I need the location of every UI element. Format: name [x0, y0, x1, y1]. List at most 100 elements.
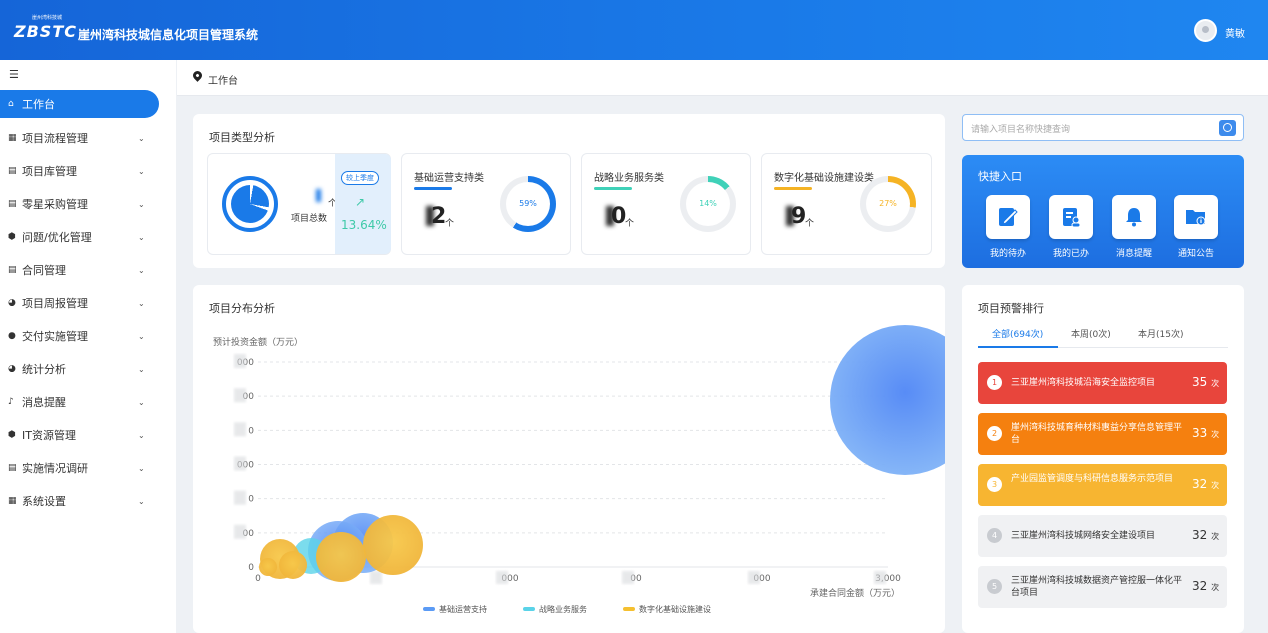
avatar[interactable]	[1194, 19, 1217, 42]
quick-notices-label: 通知公告	[1177, 249, 1214, 259]
obscured-tick	[234, 456, 246, 471]
user-doc-icon	[1049, 195, 1093, 239]
type-card-name: 数字化基础设施建设类	[774, 173, 874, 184]
sidebar-item[interactable]: ♪ 消息提醒 ⌄	[0, 388, 176, 416]
chevron-down-icon: ⌄	[138, 232, 145, 242]
type-card-unit: 个	[625, 219, 635, 229]
sidebar-item-label: 合同管理	[22, 264, 66, 277]
database-icon: ▤	[8, 166, 17, 176]
type-card-unit: 个	[805, 219, 815, 229]
quick-todo[interactable]: 我的待办	[986, 195, 1032, 259]
sidebar-item[interactable]: ◕ 统计分析 ⌄	[0, 355, 176, 383]
type-card-accent	[414, 187, 452, 190]
obscured-tick	[748, 571, 760, 584]
type-card[interactable]: 战略业务服务类 0 个 14%	[581, 153, 751, 255]
sidebar-item-label: IT资源管理	[22, 429, 76, 442]
quick-done-label: 我的已办	[1052, 249, 1089, 259]
rank-number: 3	[987, 477, 1002, 492]
menu-collapse-icon[interactable]: ☰	[9, 68, 19, 81]
type-card-accent	[774, 187, 812, 190]
tab-month[interactable]: 本月(15次)	[1138, 327, 1183, 340]
document-icon: ▤	[8, 463, 17, 473]
sidebar-item[interactable]: ⬢ IT资源管理 ⌄	[0, 421, 176, 449]
obscured-tick	[370, 571, 382, 584]
total-label: 项目总数	[291, 214, 328, 224]
breadcrumb: 工作台	[177, 60, 1268, 96]
quick-messages[interactable]: 消息提醒	[1112, 195, 1158, 259]
project-search-input[interactable]: 请输入项目名称快捷查询	[962, 114, 1244, 141]
sidebar-item[interactable]: ▤ 零星采购管理 ⌄	[0, 190, 176, 218]
compare-value: 13.64%	[341, 218, 387, 232]
obscured-tick	[496, 571, 508, 584]
ranking-item[interactable]: 5 三亚崖州湾科技城数据资产管控服一体化平台项目 32 次	[978, 566, 1227, 608]
percent-ring: 27%	[860, 176, 916, 232]
bell-icon	[1112, 195, 1156, 239]
username[interactable]: 黄敏	[1225, 25, 1245, 40]
chevron-down-icon: ⌄	[138, 265, 145, 275]
ranking-item-name: 三亚崖州湾科技城沿海安全监控项目	[1011, 378, 1156, 388]
chevron-down-icon: ⌄	[138, 133, 145, 143]
type-card[interactable]: 数字化基础设施建设类 9 个 27%	[761, 153, 932, 255]
search-icon[interactable]	[1219, 120, 1236, 136]
grid-icon: ▦	[8, 133, 17, 143]
sidebar-item-label: 消息提醒	[22, 396, 66, 409]
sidebar-item[interactable]: ▤ 合同管理 ⌄	[0, 256, 176, 284]
rank-number: 5	[987, 579, 1002, 594]
tab-all[interactable]: 全部(694次)	[992, 327, 1043, 340]
bubble-point	[830, 325, 945, 475]
quick-entry-title: 快捷入口	[978, 170, 1022, 183]
chevron-down-icon: ⌄	[138, 298, 145, 308]
y-tick-label: 0	[248, 495, 254, 505]
ranking-tabs: 全部(694次) 本周(0次) 本月(15次)	[978, 323, 1228, 348]
obscured-tick	[234, 388, 246, 403]
ranking-item-count: 32 次	[1192, 528, 1220, 542]
obscured-tick	[622, 571, 634, 584]
type-card-name: 战略业务服务类	[594, 173, 664, 184]
sidebar-item[interactable]: ⬢ 问题/优化管理 ⌄	[0, 223, 176, 251]
type-card-unit: 个	[445, 219, 455, 229]
search-placeholder: 请输入项目名称快捷查询	[971, 125, 1071, 135]
cart-icon: ▤	[8, 199, 17, 209]
ranking-item[interactable]: 3 产业园监管调度与科研信息服务示范项目 32 次	[978, 464, 1227, 506]
sidebar-item-label: 问题/优化管理	[22, 231, 92, 244]
sidebar-item-label: 项目库管理	[22, 165, 77, 178]
sidebar-item[interactable]: ▦ 系统设置 ⌄	[0, 487, 176, 515]
sidebar-item-label: 项目流程管理	[22, 132, 88, 145]
sidebar-item[interactable]: ◕ 项目周报管理 ⌄	[0, 289, 176, 317]
rank-number: 4	[987, 528, 1002, 543]
total-projects-card[interactable]: 个 项目总数 较上季度 ↗ 13.64%	[207, 153, 391, 255]
x-axis-label: 承建合同金额（万元）	[810, 587, 900, 599]
type-card-accent	[594, 187, 632, 190]
breadcrumb-current[interactable]: 工作台	[208, 72, 238, 87]
sidebar-item[interactable]: ▤ 项目库管理 ⌄	[0, 157, 176, 185]
type-card-name: 基础运营支持类	[414, 173, 484, 184]
sidebar-item[interactable]: ⌂ 工作台	[0, 90, 159, 118]
sidebar-item-label: 实施情况调研	[22, 462, 88, 475]
sidebar-item[interactable]: ● 交付实施管理 ⌄	[0, 322, 176, 350]
percent-label: 59%	[519, 199, 537, 208]
legend-swatch	[423, 607, 435, 611]
grid-icon: ▦	[8, 496, 17, 506]
type-card[interactable]: 基础运营支持类 2 个 59%	[401, 153, 571, 255]
quick-done[interactable]: 我的已办	[1049, 195, 1095, 259]
tab-week[interactable]: 本周(0次)	[1071, 327, 1111, 340]
ranking-item[interactable]: 1 三亚崖州湾科技城沿海安全监控项目 35 次	[978, 362, 1227, 404]
bubble-point	[316, 532, 366, 582]
sidebar-item-label: 项目周报管理	[22, 297, 88, 310]
bubble-point	[259, 558, 277, 576]
logo: 崖州湾科技城 ZBSTC	[14, 15, 77, 41]
chevron-down-icon: ⌄	[138, 199, 145, 209]
ranking-item[interactable]: 2 崖州湾科技城育种材料惠益分享信息管理平台 33 次	[978, 413, 1227, 455]
quick-notices[interactable]: 通知公告	[1174, 195, 1220, 259]
bubble-point	[279, 551, 307, 579]
ranking-item[interactable]: 4 三亚崖州湾科技城网络安全建设项目 32 次	[978, 515, 1227, 557]
home-icon: ⌂	[8, 99, 14, 109]
percent-ring: 14%	[680, 176, 736, 232]
sidebar-item[interactable]: ▦ 项目流程管理 ⌄	[0, 124, 176, 152]
quick-todo-label: 我的待办	[989, 249, 1026, 259]
sidebar-item[interactable]: ▤ 实施情况调研 ⌄	[0, 454, 176, 482]
shield-icon: ⬢	[8, 430, 16, 440]
chevron-down-icon: ⌄	[138, 397, 145, 407]
legend-label: 基础运营支持	[439, 604, 487, 614]
total-count-obscured	[316, 189, 321, 202]
